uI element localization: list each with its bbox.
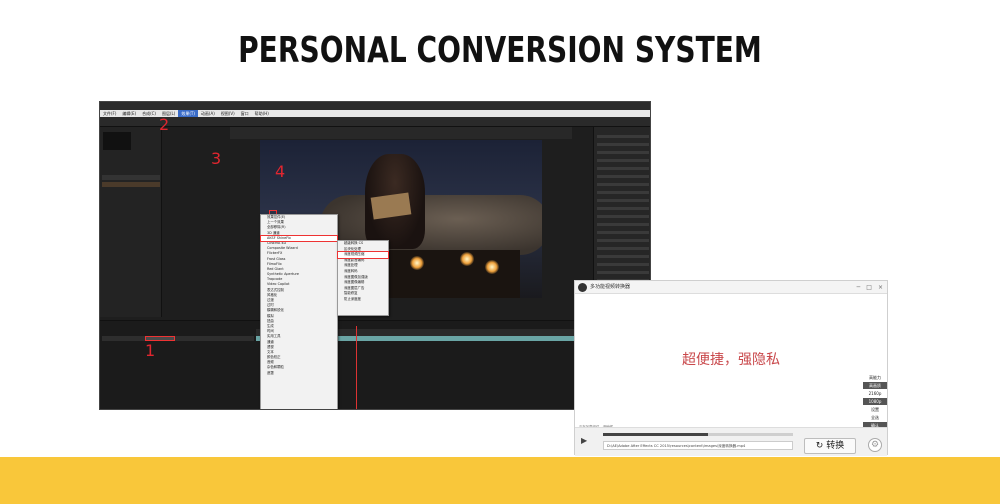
effects-panel-row[interactable] bbox=[597, 263, 649, 266]
converter-option[interactable]: 1080p bbox=[863, 398, 887, 405]
menu-item[interactable]: 编辑(E) bbox=[119, 110, 139, 117]
ae-timeline-panel bbox=[100, 320, 593, 409]
project-thumbnail bbox=[103, 132, 131, 150]
effects-panel-row[interactable] bbox=[597, 151, 649, 154]
converter-window: 多功能视频转换器 ─ □ × 超便捷，强隐私 高能力 高画质 2160p 1080p 设… bbox=[574, 280, 888, 456]
window-controls: ─ □ × bbox=[857, 284, 883, 291]
effects-panel-row[interactable] bbox=[597, 135, 649, 138]
slide: PERSONAL CONVERSION SYSTEM 文件(F) 编辑(E) 合成(… bbox=[0, 0, 1000, 504]
submenu-item[interactable]: 防止深度度 bbox=[338, 297, 388, 303]
ae-menu-bar: 文件(F) 编辑(E) 合成(C) 图层(L) 效果(T) 动画(A) 视图(V) 窗口 帮助(… bbox=[100, 110, 650, 117]
ae-toolbar bbox=[100, 117, 650, 127]
app-logo-icon bbox=[578, 283, 587, 292]
effects-panel-row[interactable] bbox=[597, 159, 649, 162]
effects-panel-row[interactable] bbox=[597, 199, 649, 202]
playhead[interactable] bbox=[356, 326, 357, 409]
effects-submenu: 超级转换 CS 区块化处理 深度视频压缩 深度影音编码 深度处理 深度转码 深度图像加强版深… bbox=[337, 240, 389, 316]
candle-light bbox=[410, 256, 424, 270]
converter-options: 高能力 高画质 2160p 1080p 设置 全选 确认 bbox=[863, 374, 887, 430]
converter-slogan: 超便捷，强隐私 bbox=[682, 352, 780, 368]
effects-panel-row[interactable] bbox=[597, 231, 649, 234]
menu-item[interactable]: 效果(T) bbox=[178, 110, 198, 117]
menu-item[interactable]: 视图(V) bbox=[218, 110, 238, 117]
effects-panel-row[interactable] bbox=[597, 247, 649, 250]
menu-item[interactable]: 合成(C) bbox=[139, 110, 159, 117]
project-item[interactable] bbox=[102, 182, 160, 187]
converter-option[interactable]: 设置 bbox=[863, 406, 887, 413]
effects-panel-row[interactable] bbox=[597, 191, 649, 194]
candle-light bbox=[485, 260, 499, 274]
effects-panel-row[interactable] bbox=[597, 143, 649, 146]
progress-bar bbox=[603, 433, 793, 436]
converter-option[interactable]: 高能力 bbox=[863, 374, 887, 381]
step-number-2: 2 bbox=[159, 115, 170, 134]
step-number-4: 4 bbox=[275, 162, 286, 181]
step-number-1: 1 bbox=[145, 341, 156, 360]
refresh-icon: ↻ bbox=[815, 441, 824, 451]
converter-title: 多功能视频转换器 bbox=[590, 284, 631, 290]
effects-panel-row[interactable] bbox=[597, 255, 649, 258]
candle-light bbox=[460, 252, 474, 266]
project-item[interactable] bbox=[102, 175, 160, 180]
slide-title: PERSONAL CONVERSION SYSTEM bbox=[238, 30, 762, 71]
menu-item[interactable]: 动画(A) bbox=[198, 110, 218, 117]
minimize-icon[interactable]: ─ bbox=[857, 284, 861, 291]
converter-bottom-bar: ▶ D:\AE\Adobe After Effects CC 2015\reso… bbox=[575, 427, 887, 456]
effects-menu-item[interactable]: 遮罩 bbox=[261, 371, 337, 376]
ae-project-panel bbox=[100, 127, 162, 317]
menu-item[interactable]: 文件(F) bbox=[100, 110, 119, 117]
step-number-3: 3 bbox=[211, 149, 222, 168]
effects-panel-row[interactable] bbox=[597, 239, 649, 242]
converter-option[interactable]: 高画质 bbox=[863, 382, 887, 389]
effects-panel-row[interactable] bbox=[597, 175, 649, 178]
converter-title-bar: 多功能视频转换器 ─ □ × bbox=[575, 281, 887, 294]
effects-panel-row[interactable] bbox=[597, 223, 649, 226]
effects-panel-row[interactable] bbox=[597, 271, 649, 274]
effects-panel-row[interactable] bbox=[597, 207, 649, 210]
file-path-field[interactable]: D:\AE\Adobe After Effects CC 2015\resour… bbox=[603, 441, 793, 450]
footer-accent-band bbox=[0, 457, 1000, 504]
convert-button-label: 转换 bbox=[826, 441, 845, 451]
effects-panel-row[interactable] bbox=[597, 167, 649, 170]
ae-title-bar bbox=[100, 102, 650, 110]
menu-item[interactable]: 窗口 bbox=[238, 110, 252, 117]
play-icon[interactable]: ▶ bbox=[581, 436, 587, 445]
converter-option[interactable]: 2160p bbox=[863, 390, 887, 397]
convert-button[interactable]: ↻ 转换 bbox=[804, 438, 856, 454]
close-icon[interactable]: × bbox=[878, 284, 883, 291]
maximize-icon[interactable]: □ bbox=[866, 284, 872, 291]
effects-panel-row[interactable] bbox=[597, 183, 649, 186]
after-effects-window: 文件(F) 编辑(E) 合成(C) 图层(L) 效果(T) 动画(A) 视图(V) 窗口 帮助(… bbox=[99, 101, 651, 410]
gear-icon[interactable]: ⚙ bbox=[868, 438, 882, 452]
effects-panel-row[interactable] bbox=[597, 215, 649, 218]
menu-item[interactable]: 帮助(H) bbox=[252, 110, 272, 117]
converter-option[interactable]: 全选 bbox=[863, 414, 887, 421]
timeline-layer-row[interactable] bbox=[102, 336, 254, 341]
effects-menu: 效果控件(E) 上一个效果 全部移除(R) 3D 通道 AKSF ShineFix CIN… bbox=[260, 214, 338, 409]
progress-fill bbox=[603, 433, 708, 436]
ae-composition-tabs bbox=[230, 127, 572, 139]
